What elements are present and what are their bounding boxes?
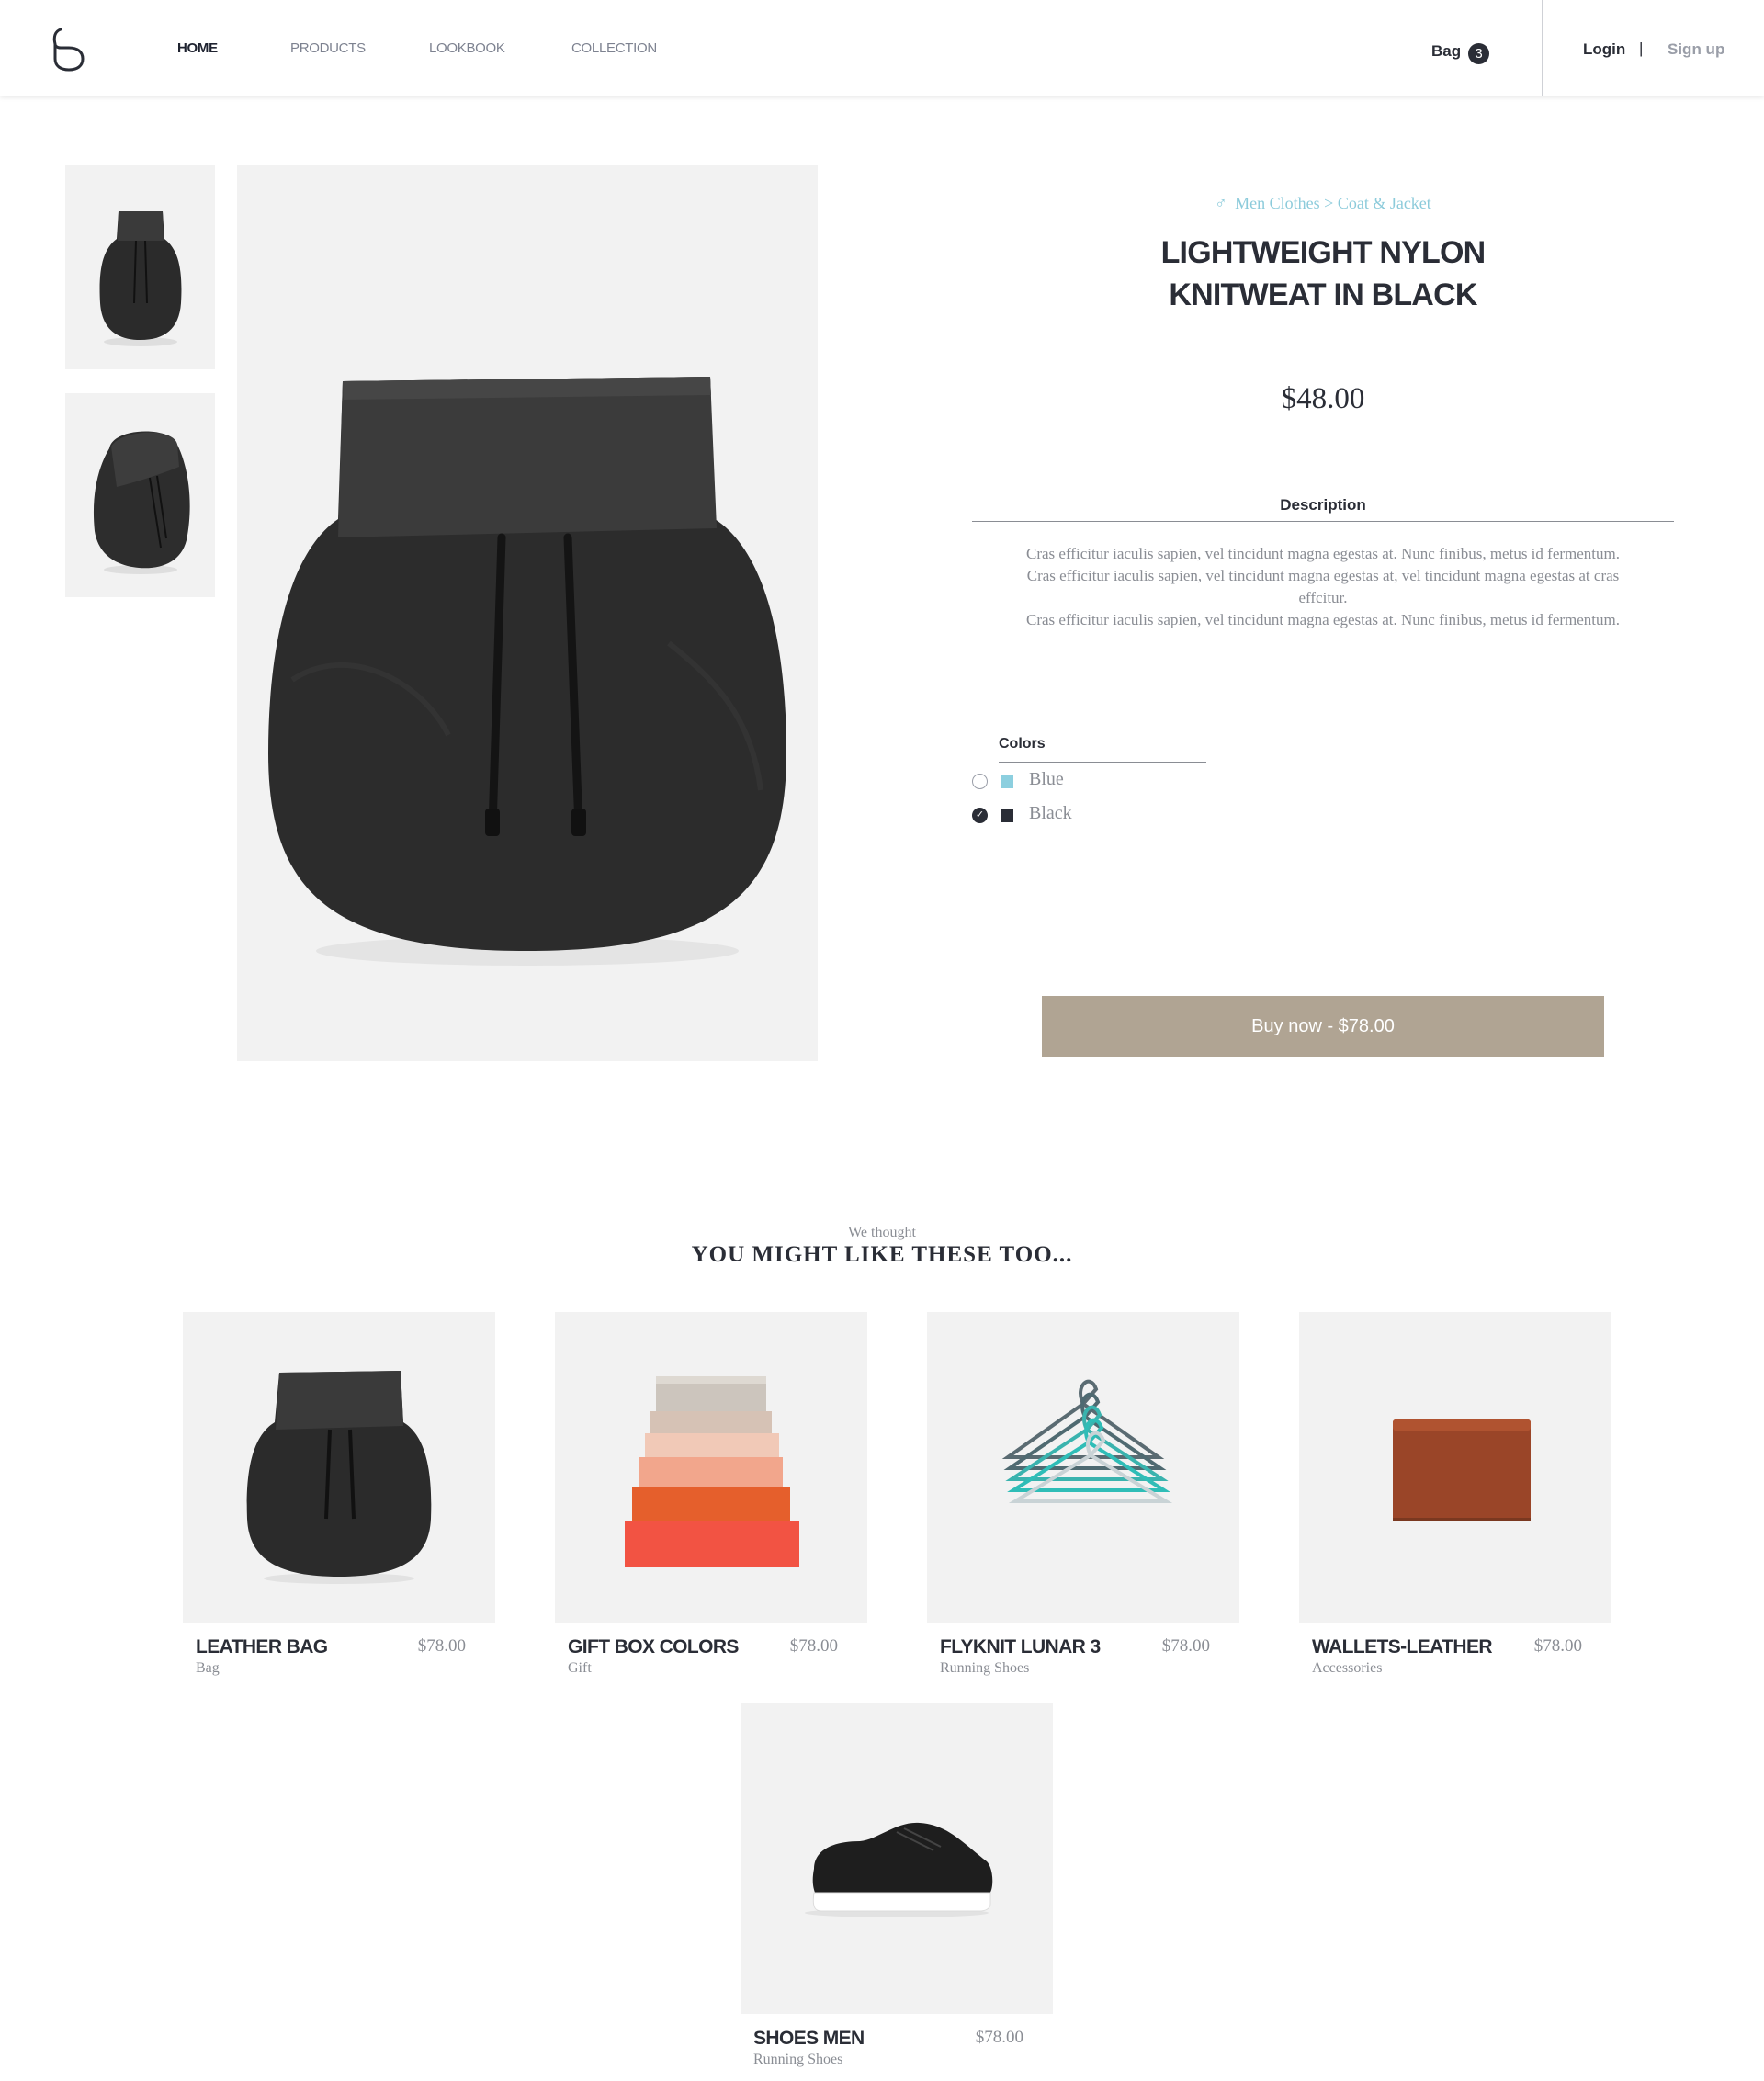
color-name-blue: Blue [1029, 769, 1064, 789]
header-divider [1542, 0, 1543, 96]
main-product-image [237, 165, 818, 1061]
color-radio-blue[interactable] [972, 774, 988, 789]
rec-category: Running Shoes [753, 2052, 843, 2067]
color-swatch-blue [1001, 775, 1013, 788]
nav-lookbook[interactable]: LOOKBOOK [429, 40, 505, 56]
brand-logo[interactable] [51, 26, 86, 72]
rec-image-wallet [1299, 1312, 1611, 1623]
rec-image-gift-box [555, 1312, 867, 1623]
rec-name[interactable]: FLYKNIT LUNAR 3 [940, 1636, 1101, 1658]
bag-count-badge[interactable]: 3 [1468, 43, 1489, 64]
description-text: Cras efficitur iaculis sapien, vel tinci… [972, 543, 1674, 631]
product-thumbnail-front[interactable] [65, 165, 215, 369]
nav-collection[interactable]: COLLECTION [571, 40, 657, 56]
rec-category: Gift [568, 1660, 592, 1676]
color-name-black: Black [1029, 803, 1072, 823]
login-link[interactable]: Login [1583, 40, 1625, 59]
rec-card-hangers[interactable]: FLYKNIT LUNAR 3 $78.00 Running Shoes [927, 1312, 1239, 1680]
color-option-blue[interactable]: Blue [972, 766, 1211, 792]
color-option-black[interactable]: ✓ Black [972, 800, 1211, 826]
description-line: Cras efficitur iaculis sapien, vel tinci… [1026, 611, 1620, 628]
rec-card-leather-bag[interactable]: LEATHER BAG $78.00 Bag [183, 1312, 495, 1680]
rec-name[interactable]: WALLETS-LEATHER [1312, 1636, 1493, 1658]
buy-now-button[interactable]: Buy now - $78.00 [1042, 996, 1604, 1057]
breadcrumb: ♂ Men Clothes > Coat & Jacket [937, 194, 1709, 213]
signup-link[interactable]: Sign up [1668, 40, 1724, 59]
backpack-front-image [99, 211, 182, 346]
breadcrumb-subcategory[interactable]: Coat & Jacket [1338, 194, 1431, 212]
recommendations-heading: YOU MIGHT LIKE THESE TOO... [691, 1242, 1073, 1267]
description-line: Cras efficitur iaculis sapien, vel tinci… [1026, 545, 1620, 562]
rec-price: $78.00 [1533, 1636, 1582, 1656]
nav-home[interactable]: HOME [177, 40, 218, 56]
rec-price: $78.00 [417, 1636, 466, 1656]
auth-separator: | [1639, 40, 1644, 57]
backpack-side-image [93, 431, 190, 574]
nav-products[interactable]: PRODUCTS [290, 40, 366, 56]
product-title: LIGHTWEIGHT NYLON KNITWEAT IN BLACK [1011, 232, 1635, 316]
site-header: HOME PRODUCTS LOOKBOOK COLLECTION Bag 3 … [0, 0, 1764, 96]
rec-image-shoes [741, 1703, 1053, 2014]
product-title-line-2: KNITWEAT IN BLACK [1169, 277, 1477, 312]
male-symbol-icon: ♂ [1215, 194, 1227, 212]
rec-card-shoes[interactable]: SHOES MEN $78.00 Running Shoes [741, 1703, 1053, 2071]
rec-price: $78.00 [789, 1636, 838, 1656]
description-line: effcitur. [1298, 589, 1348, 606]
recommendations-kicker: We thought [848, 1225, 916, 1240]
colors-divider [999, 762, 1206, 763]
bag-link[interactable]: Bag [1431, 42, 1461, 61]
backpack-image [268, 377, 786, 966]
product-title-line-1: LIGHTWEIGHT NYLON [1160, 235, 1487, 270]
colors-label: Colors [999, 736, 1046, 752]
rec-card-gift-box[interactable]: GIFT BOX COLORS $78.00 Gift [555, 1312, 867, 1680]
description-divider [972, 521, 1674, 522]
breadcrumb-category[interactable]: Men Clothes [1235, 194, 1320, 212]
rec-category: Bag [196, 1660, 220, 1676]
rec-name[interactable]: GIFT BOX COLORS [568, 1636, 739, 1658]
rec-price: $78.00 [975, 2028, 1023, 2047]
rec-image-leather-bag [183, 1312, 495, 1623]
rec-category: Accessories [1312, 1660, 1383, 1676]
color-swatch-black [1001, 809, 1013, 822]
description-label: Description [1280, 496, 1366, 514]
product-thumbnail-side[interactable] [65, 393, 215, 597]
breadcrumb-separator: > [1324, 194, 1334, 212]
color-radio-black[interactable]: ✓ [972, 808, 988, 823]
rec-card-wallet[interactable]: WALLETS-LEATHER $78.00 Accessories [1299, 1312, 1611, 1680]
rec-name[interactable]: LEATHER BAG [196, 1636, 328, 1658]
product-price: $48.00 [1281, 382, 1365, 415]
rec-category: Running Shoes [940, 1660, 1030, 1676]
rec-name[interactable]: SHOES MEN [753, 2028, 865, 2050]
rec-price: $78.00 [1161, 1636, 1210, 1656]
rec-image-hangers [927, 1312, 1239, 1623]
description-line: Cras efficitur iaculis sapien, vel tinci… [1026, 567, 1620, 584]
